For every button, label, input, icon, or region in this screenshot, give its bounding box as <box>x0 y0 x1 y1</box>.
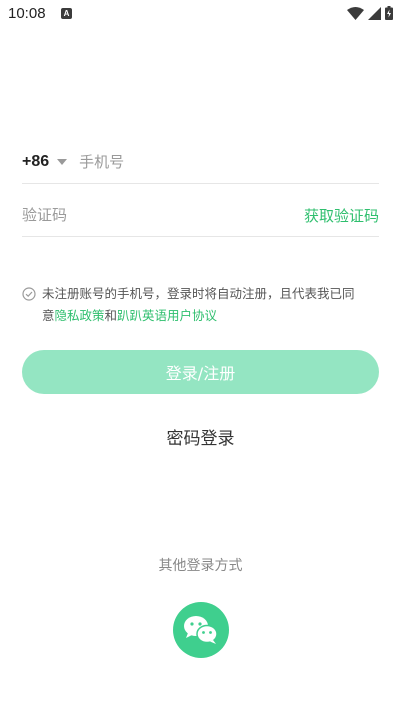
agreement-and: 和 <box>104 308 118 323</box>
privacy-policy-link[interactable]: 隐私政策 <box>55 308 105 323</box>
status-time: 10:08 <box>8 5 46 22</box>
wechat-icon <box>184 616 218 644</box>
notification-icon: A <box>61 8 72 19</box>
status-icons <box>347 6 393 20</box>
wechat-login-button[interactable] <box>173 602 229 658</box>
other-login-methods-label: 其他登录方式 <box>158 558 243 574</box>
verification-row: 获取验证码 <box>22 194 379 237</box>
agreement-text: 未注册账号的手机号，登录时将自动注册，且代表我已同 <box>42 286 355 301</box>
agreement-line2: 意隐私政策和趴趴英语用户协议 <box>42 304 217 328</box>
login-register-button[interactable]: 登录/注册 <box>22 350 379 394</box>
agreement-prefix: 意 <box>42 308 55 323</box>
signal-icon <box>368 6 381 20</box>
password-login-link[interactable]: 密码登录 <box>0 424 401 449</box>
verification-code-input[interactable] <box>22 200 304 230</box>
get-code-button[interactable]: 获取验证码 <box>304 205 379 226</box>
wifi-icon <box>347 6 364 20</box>
battery-icon <box>385 6 393 20</box>
phone-input[interactable] <box>79 146 379 177</box>
chevron-down-icon[interactable] <box>57 158 68 165</box>
checkbox-icon[interactable] <box>22 287 36 301</box>
user-agreement-link[interactable]: 趴趴英语用户协议 <box>117 308 217 323</box>
country-code-selector[interactable]: +86 <box>22 153 49 171</box>
status-bar: 10:08 A <box>0 0 401 28</box>
phone-row: +86 <box>22 140 379 184</box>
